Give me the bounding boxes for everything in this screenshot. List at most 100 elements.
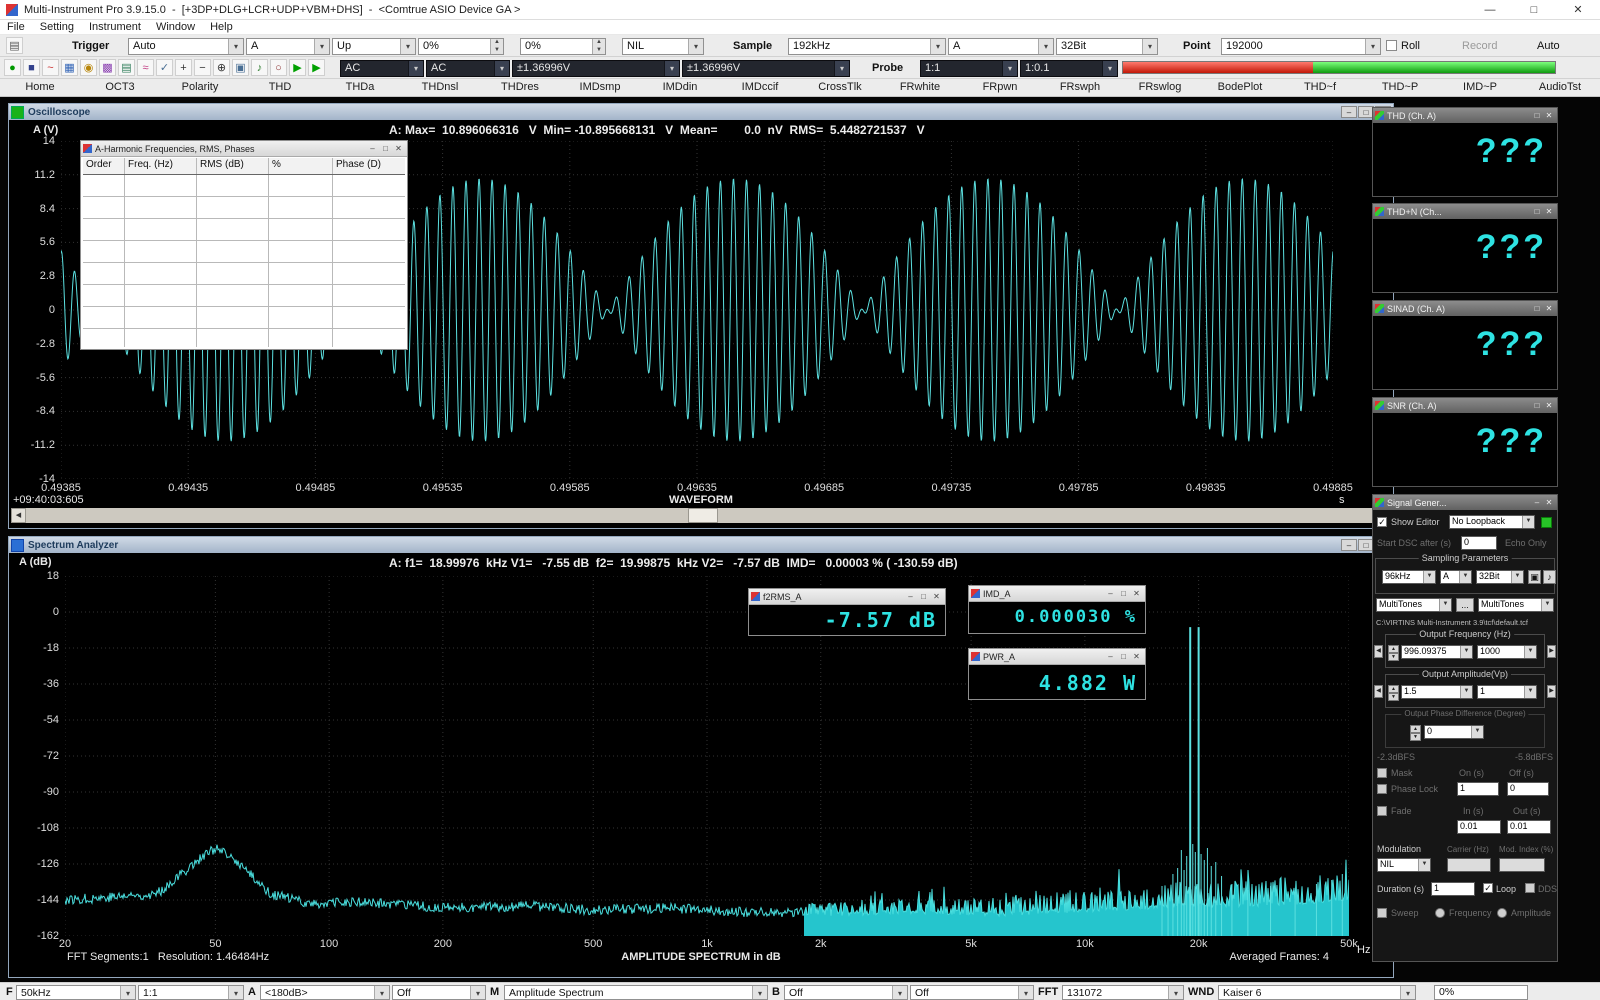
meter-titlebar[interactable]: PWR_A – □ ✕: [969, 649, 1145, 665]
range-a-select[interactable]: ±1.36996V ▾: [512, 60, 680, 77]
spectrum-analyzer-icon[interactable]: ▦: [61, 59, 78, 76]
duration-field[interactable]: 1: [1431, 882, 1475, 896]
meter-titlebar[interactable]: f2RMS_A – □ ✕: [749, 589, 945, 605]
multimeter-icon[interactable]: ◉: [80, 59, 97, 76]
minimize-button[interactable]: –: [1341, 106, 1357, 118]
trigger-level-stepper[interactable]: 0% ▲ ▼: [418, 38, 504, 55]
menu-file[interactable]: File: [7, 21, 25, 33]
probe-b-select[interactable]: 1:0.1 ▾: [1020, 60, 1118, 77]
tab-bodeplot[interactable]: BodePlot: [1200, 79, 1280, 96]
tab-imdccif[interactable]: IMDccif: [720, 79, 800, 96]
frequency-slider-right-arrow[interactable]: ▶: [1547, 645, 1556, 658]
frequency-b-field[interactable]: 1000 ▼: [1477, 645, 1537, 659]
tab-imdsmp[interactable]: IMDsmp: [560, 79, 640, 96]
spinner-arrows-icon[interactable]: ▲ ▼: [490, 39, 503, 54]
fade-in-field[interactable]: 0.01: [1457, 820, 1501, 834]
dds-checkbox[interactable]: [1525, 883, 1535, 893]
modulation-select[interactable]: NIL ▼: [1377, 858, 1431, 872]
mask-off-field[interactable]: 0: [1507, 782, 1549, 796]
meter-titlebar[interactable]: IMD_A – □ ✕: [969, 586, 1145, 602]
wave-type-a-select[interactable]: MultiTones ▼: [1376, 598, 1452, 612]
maximize-button[interactable]: □: [1117, 587, 1130, 600]
minimize-button[interactable]: –: [1104, 650, 1117, 663]
auto-range-label[interactable]: Auto: [1537, 40, 1560, 52]
tab-home[interactable]: Home: [0, 79, 80, 96]
tab-crosstlk[interactable]: CrossTlk: [800, 79, 880, 96]
output-sample-rate-select[interactable]: 96kHz ▼: [1382, 570, 1436, 584]
maximize-button[interactable]: □: [1512, 0, 1556, 19]
meter-panel-titlebar[interactable]: THD+N (Ch... □ ✕: [1373, 204, 1557, 219]
oscilloscope-titlebar[interactable]: Oscilloscope – □ ✕: [9, 104, 1393, 120]
run-icon[interactable]: ●: [4, 59, 21, 76]
meter-panel-titlebar[interactable]: SINAD (Ch. A) □ ✕: [1373, 301, 1557, 316]
meter-panel-titlebar[interactable]: THD (Ch. A) □ ✕: [1373, 108, 1557, 123]
frequency-slider-left-arrow[interactable]: ◀: [1374, 645, 1383, 658]
trigger-delay-stepper[interactable]: 0% ▲ ▼: [520, 38, 606, 55]
trigger-edge-select[interactable]: Up ▾: [332, 38, 416, 55]
spectrum-plot[interactable]: [65, 576, 1349, 936]
tab-thdnsl[interactable]: THDnsl: [400, 79, 480, 96]
minimize-button[interactable]: –: [366, 142, 379, 155]
cursor-reader-icon[interactable]: ⊕: [213, 59, 230, 76]
tab-frswph[interactable]: FRswph: [1040, 79, 1120, 96]
phase-field[interactable]: 0 ▼: [1424, 725, 1484, 739]
frequency-spinner[interactable]: ▲ ▼: [1388, 645, 1399, 661]
close-button[interactable]: ✕: [1543, 399, 1555, 412]
b-mode-select[interactable]: Off ▾: [910, 985, 1034, 1000]
window-function-select[interactable]: Kaiser 6 ▾: [1218, 985, 1416, 1000]
maximize-button[interactable]: □: [1117, 650, 1130, 663]
amplitude-slider-right-arrow[interactable]: ▶: [1547, 685, 1556, 698]
amplitude-spinner[interactable]: ▲ ▼: [1388, 685, 1399, 701]
frequency-range-select[interactable]: 50kHz ▾: [16, 985, 136, 1000]
sweep-amplitude-radio[interactable]: [1497, 908, 1507, 918]
minimize-button[interactable]: –: [1104, 587, 1117, 600]
tab-thd-f[interactable]: THD~f: [1280, 79, 1360, 96]
browse-button[interactable]: ...: [1456, 598, 1474, 612]
scrollbar-thumb[interactable]: [687, 508, 718, 523]
amplitude-slider-left-arrow[interactable]: ◀: [1374, 685, 1383, 698]
phase-spinner[interactable]: ▲ ▼: [1410, 725, 1421, 741]
copy-window-icon[interactable]: ▣: [232, 59, 249, 76]
device-test-plan-icon[interactable]: ✓: [156, 59, 173, 76]
trigger-reject-select[interactable]: NIL ▾: [622, 38, 704, 55]
maximize-button[interactable]: □: [379, 142, 392, 155]
mask-on-field[interactable]: 1: [1457, 782, 1499, 796]
menu-help[interactable]: Help: [210, 21, 233, 33]
sweep-checkbox[interactable]: [1377, 908, 1387, 918]
carrier-field[interactable]: [1447, 858, 1491, 872]
roll-checkbox[interactable]: [1386, 40, 1397, 51]
tab-thda[interactable]: THDa: [320, 79, 400, 96]
horizontal-scrollbar[interactable]: ◀ ▶: [11, 508, 1391, 523]
mask-checkbox[interactable]: [1377, 768, 1387, 778]
sample-bits-select[interactable]: 32Bit ▾: [1056, 38, 1158, 55]
zoom-out-icon[interactable]: −: [194, 59, 211, 76]
close-button[interactable]: ✕: [1543, 496, 1555, 509]
a-mode-select[interactable]: Off ▾: [392, 985, 486, 1000]
signal-generator-icon[interactable]: ≈: [137, 59, 154, 76]
tab-frpwn[interactable]: FRpwn: [960, 79, 1040, 96]
spectrum-titlebar[interactable]: Spectrum Analyzer – □ ✕: [9, 537, 1393, 553]
sample-rate-select[interactable]: 192kHz ▾: [788, 38, 946, 55]
tab-thdres[interactable]: THDres: [480, 79, 560, 96]
menu-setting[interactable]: Setting: [40, 21, 74, 33]
oscilloscope-icon[interactable]: ~: [42, 59, 59, 76]
probe-a-select[interactable]: 1:1 ▾: [920, 60, 1018, 77]
scrollbar-track[interactable]: [26, 508, 1376, 523]
measurement-mode-select[interactable]: Amplitude Spectrum ▾: [504, 985, 768, 1000]
menu-instrument[interactable]: Instrument: [89, 21, 141, 33]
loopback-select[interactable]: No Loopback ▼: [1449, 515, 1535, 529]
maximize-button[interactable]: □: [1531, 302, 1543, 315]
harmonic-window-titlebar[interactable]: A-Harmonic Frequencies, RMS, Phases – □ …: [81, 141, 407, 157]
output-bits-select[interactable]: 32Bit ▼: [1476, 570, 1524, 584]
close-button[interactable]: ✕: [1130, 587, 1143, 600]
close-button[interactable]: ✕: [930, 590, 943, 603]
b-range-select[interactable]: Off ▾: [784, 985, 908, 1000]
zoom-in-icon[interactable]: +: [175, 59, 192, 76]
range-b-select[interactable]: ±1.36996V ▾: [682, 60, 850, 77]
close-button[interactable]: ✕: [1543, 109, 1555, 122]
tab-thd-p[interactable]: THD~P: [1360, 79, 1440, 96]
menu-window[interactable]: Window: [156, 21, 195, 33]
signal-generator-titlebar[interactable]: Signal Gener... – ✕: [1373, 495, 1557, 510]
stop-icon[interactable]: ■: [23, 59, 40, 76]
tab-frswlog[interactable]: FRswlog: [1120, 79, 1200, 96]
